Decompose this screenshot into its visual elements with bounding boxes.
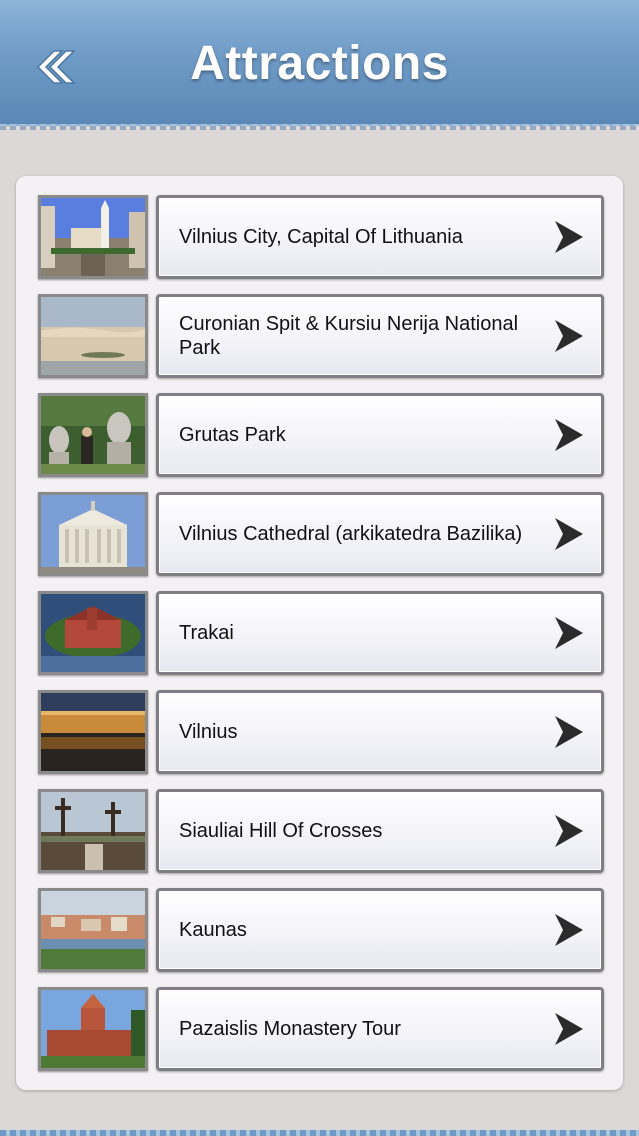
vilnius-street-photo[interactable] [38,195,148,279]
sand-dunes-photo[interactable] [38,294,148,378]
attraction-button[interactable]: Kaunas [156,888,604,972]
chevron-right-icon [555,1013,583,1045]
island-castle-photo[interactable] [38,591,148,675]
attraction-label: Siauliai Hill Of Crosses [179,820,383,842]
chevron-right-icon [555,914,583,946]
cathedral-photo[interactable] [38,492,148,576]
bottom-border [0,1130,639,1136]
attraction-button[interactable]: Grutas Park [156,393,604,477]
chevron-right-icon [555,518,583,550]
chevron-right-icon [555,815,583,847]
statues-park-photo[interactable] [38,393,148,477]
attractions-list: Vilnius City, Capital Of Lithuania Curon… [16,176,623,1090]
chevron-right-icon [555,617,583,649]
attraction-label: Curonian Spit & Kursiu Nerija National P… [179,313,519,359]
attraction-label: Pazaislis Monastery Tour [179,1018,401,1040]
attraction-label: Kaunas [179,919,247,941]
hill-of-crosses-photo[interactable] [38,789,148,873]
list-item: Vilnius [38,690,604,776]
attraction-button[interactable]: Pazaislis Monastery Tour [156,987,604,1071]
attraction-button[interactable]: Vilnius Cathedral (arkikatedra Bazilika) [156,492,604,576]
attraction-label: Trakai [179,622,234,644]
chevron-right-icon [555,419,583,451]
list-item: Trakai [38,591,604,677]
list-item: Grutas Park [38,393,604,479]
list-item: Curonian Spit & Kursiu Nerija National P… [38,294,604,380]
chevron-right-icon [555,716,583,748]
attraction-label: Vilnius Cathedral (arkikatedra Bazilika) [179,523,523,545]
page-title: Attractions [190,37,449,90]
night-city-photo[interactable] [38,690,148,774]
attraction-button[interactable]: Trakai [156,591,604,675]
attraction-label: Vilnius [179,721,238,743]
attraction-button[interactable]: Curonian Spit & Kursiu Nerija National P… [156,294,604,378]
chevron-right-icon [555,320,583,352]
attraction-button[interactable]: Siauliai Hill Of Crosses [156,789,604,873]
attraction-button[interactable]: Vilnius [156,690,604,774]
list-item: Vilnius City, Capital Of Lithuania [38,195,604,281]
list-item: Kaunas [38,888,604,974]
list-item: Pazaislis Monastery Tour [38,987,604,1073]
header-bar: Attractions [0,0,639,130]
list-item: Siauliai Hill Of Crosses [38,789,604,875]
kaunas-city-photo[interactable] [38,888,148,972]
attraction-button[interactable]: Vilnius City, Capital Of Lithuania [156,195,604,279]
chevron-right-icon [555,221,583,253]
attraction-label: Vilnius City, Capital Of Lithuania [179,226,463,248]
list-item: Vilnius Cathedral (arkikatedra Bazilika) [38,492,604,578]
attraction-label: Grutas Park [179,424,286,446]
brick-castle-photo[interactable] [38,987,148,1071]
